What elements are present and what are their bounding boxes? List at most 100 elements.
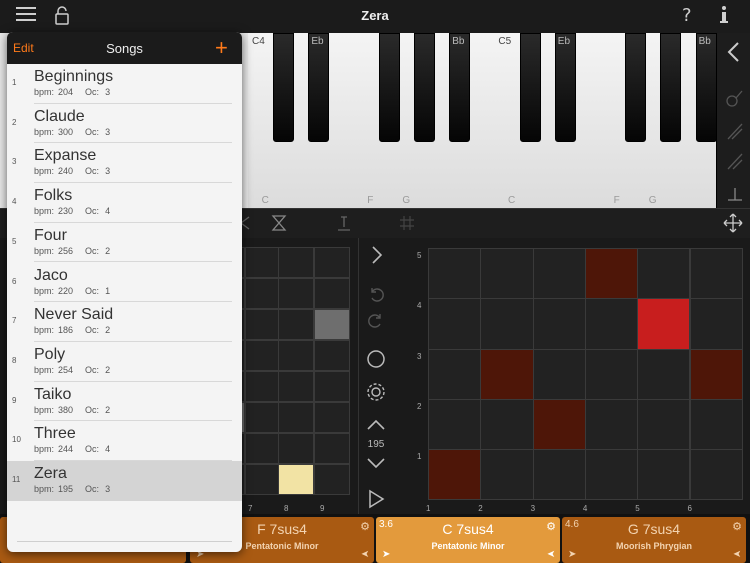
grid-cell[interactable] (278, 340, 314, 371)
grid-cell[interactable] (584, 348, 639, 400)
grid-cell[interactable] (637, 298, 691, 350)
grid-lock-icon[interactable] (398, 214, 416, 237)
grid-cell[interactable] (532, 248, 586, 300)
grid-cell[interactable] (480, 248, 534, 300)
grid-cell[interactable] (637, 449, 691, 501)
grid-cell[interactable] (532, 398, 586, 451)
grid-cell[interactable] (532, 449, 586, 501)
song-row[interactable]: 2 Claude bpm: 300 Oc: 3 (7, 104, 242, 144)
undo-icon[interactable] (359, 284, 393, 309)
grid-cell[interactable] (245, 433, 281, 464)
black-key[interactable] (625, 33, 647, 142)
grid-cell[interactable] (480, 348, 534, 400)
chord-settings-icon[interactable]: ⚙ (546, 520, 556, 533)
grid-cell[interactable] (245, 340, 281, 371)
song-row[interactable]: 1 Beginnings bpm: 204 Oc: 3 (7, 64, 242, 104)
grid-cell[interactable] (278, 278, 314, 309)
grid-cell[interactable] (314, 433, 350, 464)
chord-settings-icon[interactable]: ⚙ (732, 520, 742, 533)
info-icon[interactable] (714, 4, 734, 31)
grid-cell[interactable] (637, 348, 691, 400)
song-row[interactable]: 5 Four bpm: 256 Oc: 2 (7, 223, 242, 263)
grid-cell[interactable] (314, 464, 350, 495)
song-row[interactable]: 7 Never Said bpm: 186 Oc: 2 (7, 302, 242, 342)
grid-cell[interactable] (245, 247, 281, 278)
grid-cell[interactable] (480, 298, 534, 350)
tempo-up-icon[interactable] (359, 418, 393, 437)
grid-cell[interactable] (314, 340, 350, 371)
grid-cell[interactable] (245, 278, 281, 309)
black-key[interactable] (554, 33, 576, 142)
grid-cell[interactable] (245, 309, 281, 340)
grid-cell[interactable] (428, 398, 482, 451)
song-row[interactable]: 11 Zera bpm: 195 Oc: 3 (7, 461, 242, 501)
grid-cell[interactable] (278, 464, 314, 495)
song-row[interactable]: 10 Three bpm: 244 Oc: 4 (7, 421, 242, 461)
grid-cell[interactable] (428, 348, 482, 400)
chord-tool-icon[interactable] (725, 121, 745, 146)
grid-cell[interactable] (584, 248, 639, 300)
black-key[interactable] (378, 33, 400, 142)
hourglass-icon[interactable] (270, 214, 288, 237)
grid-cell[interactable] (278, 309, 314, 340)
black-key[interactable] (449, 33, 471, 142)
grid-cell[interactable] (689, 449, 743, 501)
black-key[interactable] (414, 33, 435, 142)
grid-cell[interactable] (689, 248, 743, 300)
send-left-icon[interactable]: ➤ (361, 549, 369, 560)
grid-cell[interactable] (314, 278, 350, 309)
grid-cell[interactable] (278, 402, 314, 433)
record-icon[interactable] (359, 348, 393, 375)
bottom-tool-icon[interactable] (725, 183, 745, 208)
grid-cell[interactable] (314, 309, 350, 340)
grid-cell[interactable] (245, 464, 281, 495)
grid-cell[interactable] (637, 248, 691, 300)
grid-cell[interactable] (532, 348, 586, 400)
grid-cell[interactable] (428, 248, 482, 300)
grid-cell[interactable] (532, 298, 586, 350)
send-left-icon[interactable]: ➤ (733, 549, 741, 560)
redo-icon[interactable] (359, 310, 393, 335)
grid-cell[interactable] (278, 433, 314, 464)
black-key[interactable] (519, 33, 541, 142)
send-left-icon[interactable]: ➤ (547, 549, 555, 560)
help-icon[interactable]: ? (678, 4, 698, 31)
align-icon[interactable] (335, 214, 353, 237)
send-right-icon[interactable]: ➤ (382, 549, 390, 560)
grid-cell[interactable] (689, 398, 743, 451)
grid-cell[interactable] (278, 247, 314, 278)
add-song-button[interactable]: + (215, 35, 228, 61)
unlock-icon[interactable] (52, 5, 72, 32)
grid-cell[interactable] (245, 402, 281, 433)
grid-cell[interactable] (584, 398, 639, 451)
chevron-right-icon[interactable] (359, 244, 393, 271)
black-key[interactable] (695, 33, 716, 142)
grid-cell[interactable] (428, 298, 482, 350)
chord-slot[interactable]: 4.6 G 7sus4 Moorish Phrygian ⚙ ➤ ➤ (562, 517, 746, 563)
chord-slot[interactable]: 3.6 C 7sus4 Pentatonic Minor ⚙ ➤ ➤ (376, 517, 560, 563)
grid-cell[interactable] (584, 449, 639, 501)
grid-cell[interactable] (428, 449, 482, 501)
chord-settings-icon[interactable]: ⚙ (360, 520, 370, 533)
grid-cell[interactable] (584, 298, 639, 350)
send-right-icon[interactable]: ➤ (568, 549, 576, 560)
song-row[interactable]: 8 Poly bpm: 254 Oc: 2 (7, 342, 242, 382)
black-key[interactable] (308, 33, 330, 142)
tempo-down-icon[interactable] (359, 456, 393, 475)
song-row[interactable]: 6 Jaco bpm: 220 Oc: 1 (7, 263, 242, 303)
grid-cell[interactable] (689, 348, 743, 400)
grid-cell[interactable] (278, 371, 314, 402)
song-row[interactable]: 3 Expanse bpm: 240 Oc: 3 (7, 143, 242, 184)
play-icon[interactable] (359, 488, 393, 515)
slide-tool-icon[interactable] (725, 151, 745, 176)
move-icon[interactable] (722, 212, 744, 239)
song-row[interactable]: 9 Taiko bpm: 380 Oc: 2 (7, 382, 242, 422)
grid-cell[interactable] (480, 449, 534, 501)
song-row[interactable]: 4 Folks bpm: 230 Oc: 4 (7, 183, 242, 223)
right-pad-grid[interactable]: 5 4 3 2 1 1 2 3 4 5 6 (393, 238, 750, 514)
grid-cell[interactable] (637, 398, 691, 451)
black-key[interactable] (273, 33, 295, 142)
black-key[interactable] (660, 33, 682, 142)
grid-cell[interactable] (245, 371, 281, 402)
settings-gear-icon[interactable] (359, 381, 393, 408)
